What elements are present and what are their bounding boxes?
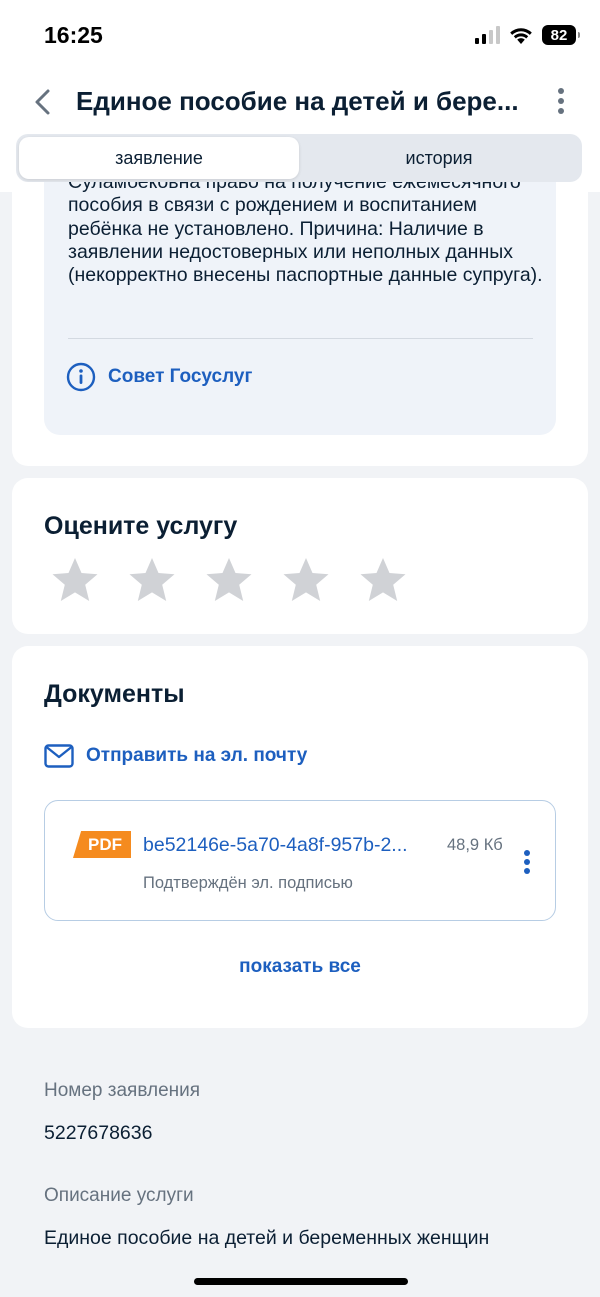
documents-title: Документы: [44, 680, 185, 708]
send-email-label: Отправить на эл. почту: [86, 745, 308, 766]
rating-card: Оцените услугу: [12, 478, 588, 634]
signal-icon: [475, 26, 500, 44]
screen: 16:25 82 Единое пособие на детей и бере.…: [0, 0, 600, 1297]
back-chevron-icon[interactable]: [30, 88, 56, 116]
tab-application[interactable]: заявление: [19, 137, 299, 179]
star-icon[interactable]: [204, 556, 254, 604]
status-icons: 82: [475, 22, 580, 48]
status-bar: 16:25 82: [0, 0, 600, 66]
content-scroll[interactable]: Суламбековна право на получение ежемесяч…: [0, 182, 600, 1297]
rating-title: Оцените услугу: [44, 512, 238, 540]
send-email-link[interactable]: Отправить на эл. почту: [44, 744, 307, 768]
document-file[interactable]: PDF be52146e-5a70-4a8f-957b-2... 48,9 Кб…: [44, 800, 556, 921]
page-title: Единое пособие на детей и бере...: [76, 86, 519, 116]
star-icon[interactable]: [281, 556, 331, 604]
documents-card: Документы Отправить на эл. почту PDF be5…: [12, 646, 588, 1028]
pdf-icon: PDF: [73, 831, 131, 858]
status-time: 16:25: [44, 22, 103, 48]
status-info-box: Суламбековна право на получение ежемесяч…: [44, 182, 556, 435]
battery-icon: 82: [542, 25, 580, 45]
star-icon[interactable]: [50, 556, 100, 604]
home-indicator[interactable]: [194, 1278, 408, 1285]
file-name[interactable]: be52146e-5a70-4a8f-957b-2...: [143, 834, 439, 857]
application-number-label: Номер заявления: [44, 1080, 201, 1101]
application-number-value: 5227678636: [44, 1122, 153, 1144]
service-description-label: Описание услуги: [44, 1185, 194, 1206]
wifi-icon: [510, 28, 532, 44]
show-all-button[interactable]: показать все: [12, 956, 588, 978]
info-icon: [66, 362, 96, 392]
rating-stars: [50, 556, 408, 604]
status-card: Суламбековна право на получение ежемесяч…: [12, 182, 588, 466]
status-message: Суламбековна право на получение ежемесяч…: [68, 182, 543, 287]
more-vertical-icon[interactable]: [556, 86, 566, 116]
tab-switcher: заявление история: [16, 134, 582, 182]
star-icon[interactable]: [127, 556, 177, 604]
star-icon[interactable]: [358, 556, 408, 604]
more-vertical-icon[interactable]: [523, 849, 531, 875]
mail-icon: [44, 744, 74, 768]
advice-link[interactable]: Совет Госуслуг: [66, 362, 252, 392]
tab-history[interactable]: история: [299, 137, 579, 179]
file-signature-status: Подтверждён эл. подписью: [143, 874, 353, 892]
advice-label: Совет Госуслуг: [108, 366, 253, 387]
divider: [68, 338, 533, 339]
service-description-value: Единое пособие на детей и беременных жен…: [44, 1227, 490, 1249]
file-size: 48,9 Кб: [447, 836, 503, 854]
header: Единое пособие на детей и бере... заявле…: [0, 66, 600, 192]
